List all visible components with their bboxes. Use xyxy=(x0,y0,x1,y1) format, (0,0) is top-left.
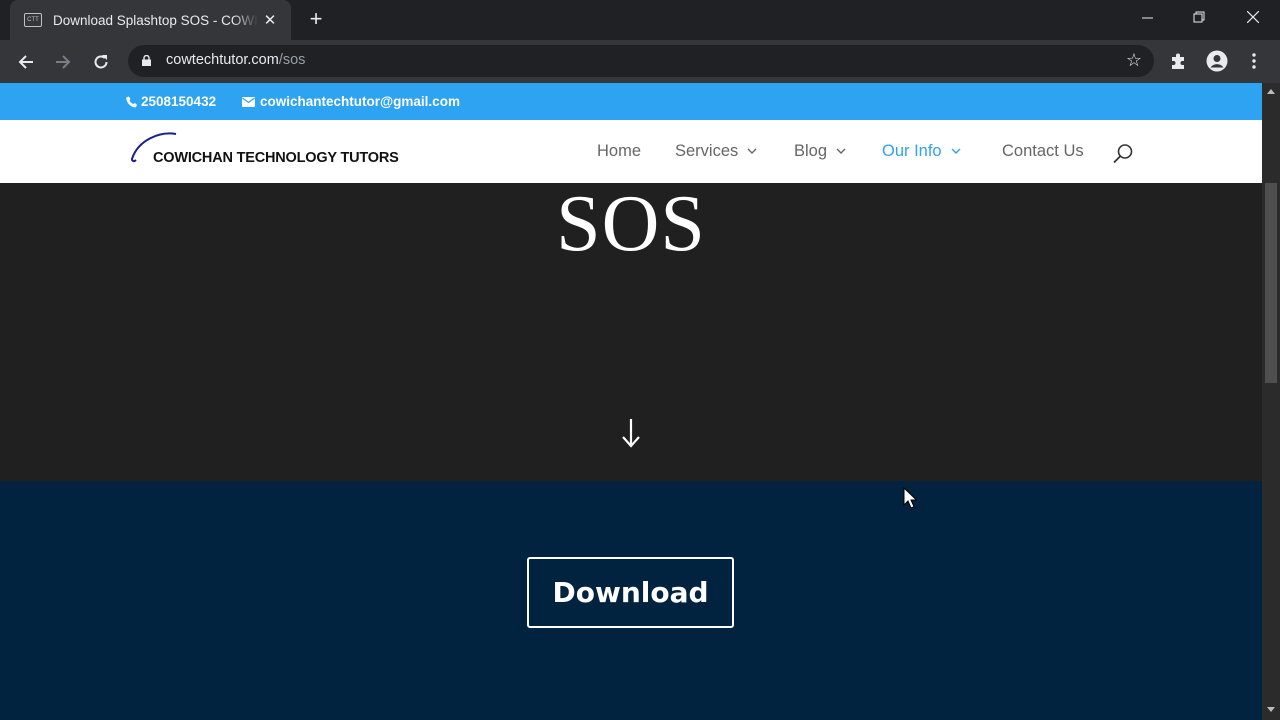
account-circle-icon xyxy=(1206,50,1228,72)
nav-blog[interactable]: Blog xyxy=(794,142,846,161)
nav-contact-us[interactable]: Contact Us xyxy=(1002,142,1084,161)
phone-number: 2508150432 xyxy=(141,94,217,109)
profile-button[interactable] xyxy=(1205,49,1229,73)
mouse-cursor-icon xyxy=(903,487,917,509)
restore-button[interactable] xyxy=(1176,0,1222,34)
nav-home[interactable]: Home xyxy=(597,142,641,161)
menu-button[interactable] xyxy=(1242,49,1266,73)
favicon-icon: CTT xyxy=(24,13,42,27)
page-scrollbar[interactable] xyxy=(1262,83,1280,720)
window-close-icon xyxy=(1247,11,1259,23)
extensions-button[interactable] xyxy=(1167,49,1191,73)
envelope-icon xyxy=(242,96,255,107)
nav-services-label: Services xyxy=(675,142,739,160)
email-address: cowichantechtutor@gmail.com xyxy=(260,94,460,109)
lock-icon xyxy=(142,55,151,66)
email-link[interactable]: cowichantechtutor@gmail.com xyxy=(242,94,460,109)
arrow-down-icon[interactable] xyxy=(620,415,642,451)
site-header: COWICHAN TECHNOLOGY TUTORS Home Services… xyxy=(0,120,1262,183)
minimize-button[interactable] xyxy=(1124,0,1170,34)
more-vert-icon xyxy=(1252,53,1256,69)
contact-topbar: 2508150432 cowichantechtutor@gmail.com xyxy=(0,83,1262,120)
chevron-down-icon xyxy=(747,146,757,157)
hero-title: SOS xyxy=(556,180,706,268)
chevron-down-icon xyxy=(836,146,846,157)
minimize-icon xyxy=(1141,17,1153,18)
back-button[interactable] xyxy=(14,50,38,74)
forward-arrow-icon xyxy=(56,55,71,69)
logo-text: COWICHAN TECHNOLOGY TUTORS xyxy=(153,150,399,166)
puzzle-icon xyxy=(1172,53,1184,69)
nav-our-info-label: Our Info xyxy=(882,142,942,160)
nav-home-label: Home xyxy=(597,142,642,160)
browser-toolbar: cowtechtutor.com/sos ☆ xyxy=(0,40,1280,83)
site-logo[interactable]: COWICHAN TECHNOLOGY TUTORS xyxy=(130,132,420,172)
phone-link[interactable]: 2508150432 xyxy=(126,94,216,109)
address-bar[interactable]: cowtechtutor.com/sos ☆ xyxy=(128,45,1154,77)
phone-icon xyxy=(126,96,137,107)
search-icon[interactable] xyxy=(1112,143,1134,165)
hero-section: SOS xyxy=(0,180,1262,481)
scroll-up-icon[interactable] xyxy=(1267,89,1275,94)
tab-close-icon[interactable]: ✕ xyxy=(261,11,279,29)
url-text[interactable]: cowtechtutor.com/sos xyxy=(166,52,305,68)
nav-contact-us-label: Contact Us xyxy=(1002,142,1084,160)
window-close-button[interactable] xyxy=(1230,0,1276,34)
scrollbar-thumb[interactable] xyxy=(1265,183,1277,383)
new-tab-button[interactable]: + xyxy=(305,8,327,31)
url-path: /sos xyxy=(278,52,306,68)
download-section: Download xyxy=(0,481,1262,720)
nav-our-info[interactable]: Our Info xyxy=(882,142,961,161)
nav-services[interactable]: Services xyxy=(675,142,757,161)
reload-icon xyxy=(94,55,108,69)
browser-titlebar: CTT Download Splashtop SOS - COWICHAN TE… xyxy=(0,0,1280,40)
chevron-down-icon xyxy=(951,146,961,157)
browser-tab[interactable]: CTT Download Splashtop SOS - COWICHAN TE… xyxy=(10,0,291,40)
reload-button[interactable] xyxy=(89,50,113,74)
tab-title: Download Splashtop SOS - COWICHAN TECHNO… xyxy=(53,12,258,28)
scroll-down-icon[interactable] xyxy=(1267,707,1275,712)
url-domain: cowtechtutor.com xyxy=(166,52,279,68)
bookmark-star-icon[interactable]: ☆ xyxy=(1126,50,1142,71)
restore-icon xyxy=(1193,11,1205,23)
nav-blog-label: Blog xyxy=(794,142,828,160)
page-viewport: 2508150432 cowichantechtutor@gmail.com C… xyxy=(0,83,1262,720)
download-button[interactable]: Download xyxy=(527,557,734,628)
forward-button[interactable] xyxy=(51,50,75,74)
back-arrow-icon xyxy=(18,55,33,69)
